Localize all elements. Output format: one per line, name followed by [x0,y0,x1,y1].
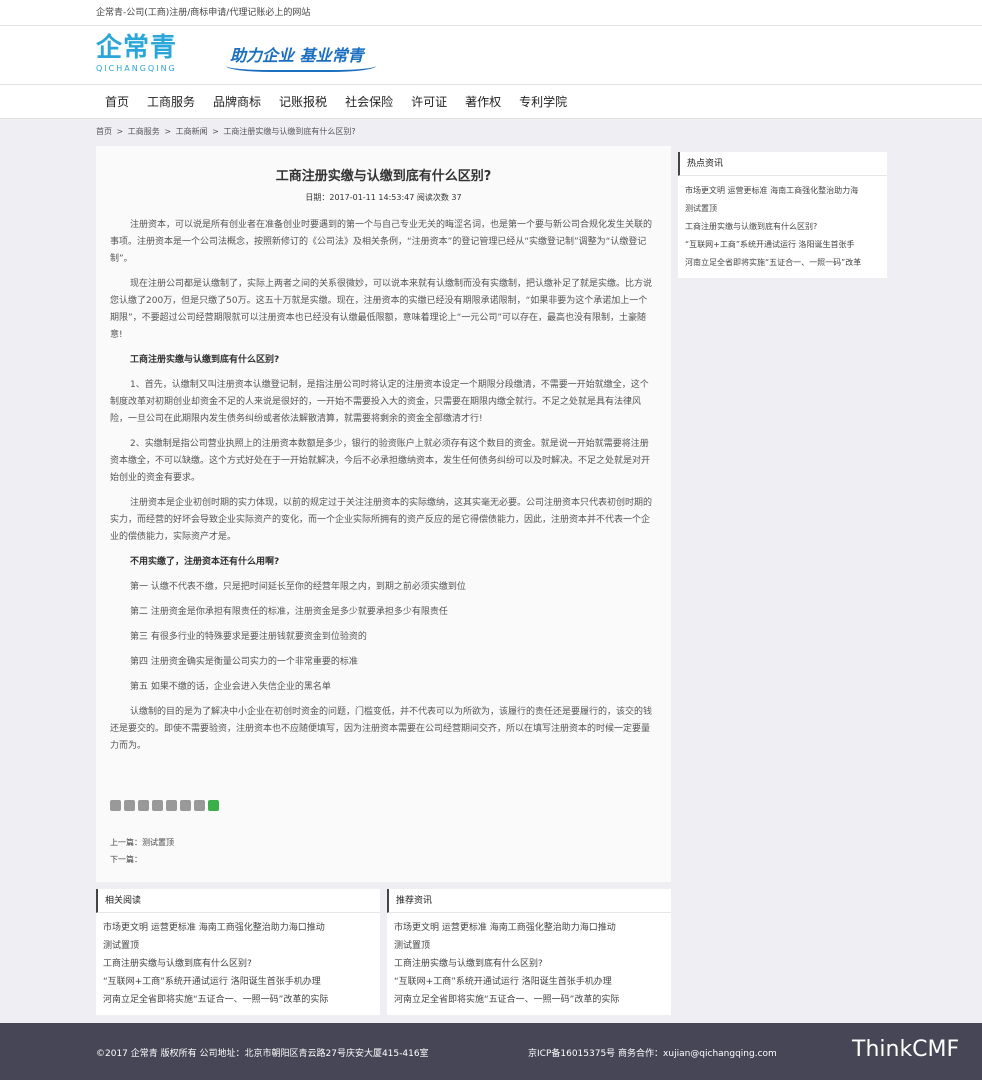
recommend-box: 推荐资讯 市场更文明 运营更标准 海南工商强化整治助力海口推动 测试置顶 工商注册实… [387,889,671,1015]
hot-news-title: 热点资讯 [678,152,887,176]
nav-item-copyright[interactable]: 著作权 [456,85,510,119]
nav-item-trademark[interactable]: 品牌商标 [204,85,270,119]
breadcrumb-sep: > [212,127,219,136]
star-icon[interactable] [124,800,135,811]
nav-item-home[interactable]: 首页 [96,85,138,119]
nav-item-insurance[interactable]: 社会保险 [336,85,402,119]
list-item[interactable]: 工商注册实缴与认缴到底有什么区别? [394,955,671,973]
article-paragraph: 第一 认缴不代表不缴，只是把时间延长至你的经营年限之内，到期之前必须实缴到位 [130,582,466,592]
header: 企常青 QICHANGQING 助力企业 基业常青 [0,26,982,84]
list-item[interactable]: 市场更文明 运营更标准 海南工商强化整治助力海口推动 [103,919,380,937]
related-title: 相关阅读 [96,889,380,913]
article-paragraph: 第四 注册资金确实是衡量公司实力的一个非常重要的标准 [130,657,358,667]
article-subheading: 工商注册实缴与认缴到底有什么区别? [130,355,280,365]
breadcrumb-home[interactable]: 首页 [96,127,112,136]
main-nav: 首页 工商服务 品牌商标 记账报税 社会保险 许可证 著作权 专利学院 [0,84,982,119]
footer-copyright: ©2017 企常青 版权所有 公司地址：北京市朝阳区青云路27号庆安大厦415-… [96,1049,429,1059]
list-item[interactable]: 测试置顶 [394,937,671,955]
slogan-underline [226,66,376,72]
pinterest-icon[interactable] [152,800,163,811]
list-item[interactable]: 测试置顶 [103,937,380,955]
article-paragraph: 注册资本，可以说是所有创业者在准备创业时要遇到的第一个与自己专业无关的晦涩名词，… [110,220,653,264]
article-paragraph: 1、首先，认缴制又叫注册资本认缴登记制，是指注册公司时将认定的注册资本设定一个期… [110,380,649,424]
plus-icon[interactable] [110,800,121,811]
renren-icon[interactable] [166,800,177,811]
site-tagline: 企常青-公司(工商)注册/商标申请/代理记账必上的网站 [96,8,311,18]
qzone-icon[interactable] [194,800,205,811]
list-item[interactable]: “互联网+工商”系统开通试运行 洛阳诞生首张手机办理 [103,973,380,991]
article-paragraph: 2、实缴制是指公司营业执照上的注册资本数额是多少，银行的验资账户上就必须存有这个… [110,439,651,483]
list-item[interactable]: 工商注册实缴与认缴到底有什么区别? [103,955,380,973]
top-bar: 企常青-公司(工商)注册/商标申请/代理记账必上的网站 [0,0,982,26]
logo-cn: 企常青 [96,33,178,63]
breadcrumb-sep: > [164,127,172,136]
related-box: 相关阅读 市场更文明 运营更标准 海南工商强化整治助力海口推动 测试置顶 工商注册实… [96,889,380,1015]
recommend-title: 推荐资讯 [387,889,671,913]
article-paragraph: 第二 注册资金是你承担有限责任的标准，注册资金是多少就要承担多少有限责任 [130,607,448,617]
breadcrumb: 首页 > 工商服务 > 工商新闻 > 工商注册实缴与认缴到底有什么区别? [96,126,358,137]
next-link[interactable]: 下一篇： [110,851,174,868]
article-paragraph: 注册资本是企业初创时期的实力体现，以前的规定过于关注注册资本的实际缴纳，这其实毫… [110,498,653,542]
breadcrumb-business[interactable]: 工商服务 [128,127,160,136]
hot-news-box: 热点资讯 市场更文明 运营更标准 海南工商强化整治助力海 测试置顶 工商注册实缴与认… [678,152,887,278]
article-title: 工商注册实缴与认缴到底有什么区别? [275,169,492,184]
logo-en: QICHANGQING [96,64,177,73]
list-item[interactable]: 河南立足全省即将实施“五证合一、一照一码”改革的实际 [394,991,671,1009]
prev-link[interactable]: 上一篇：测试置顶 [110,834,174,851]
article-meta: 日期：2017-01-11 14:53:47 阅读次数 37 [305,193,462,202]
article-content: 注册资本，可以说是所有创业者在准备创业时要遇到的第一个与自己专业无关的晦涩名词，… [96,203,671,755]
recommend-list: 市场更文明 运营更标准 海南工商强化整治助力海口推动 测试置顶 工商注册实缴与认缴到… [387,913,671,1009]
footer-icp: 京ICP备16015375号 商务合作：xujian@qichangqing.c… [528,1049,777,1059]
list-item[interactable]: 市场更文明 运营更标准 海南工商强化整治助力海口推动 [394,919,671,937]
wechat-icon[interactable] [208,800,219,811]
breadcrumb-sep: > [116,127,124,136]
related-list: 市场更文明 运营更标准 海南工商强化整治助力海口推动 测试置顶 工商注册实缴与认缴到… [96,913,380,1009]
footer-brand[interactable]: ThinkCMF [852,1037,959,1062]
article-paragraph: 现在注册公司都是认缴制了，实际上两者之间的关系很微妙，可以说本来就有认缴制而没有… [110,279,653,340]
breadcrumb-news[interactable]: 工商新闻 [176,127,208,136]
article-paragraph: 认缴制的目的是为了解决中小企业在初创时资金的问题，门槛变低，并不代表可以为所欲为… [110,707,653,751]
list-item[interactable]: 河南立足全省即将实施“五证合一、一照一码”改革 [685,254,887,272]
logo[interactable]: 企常青 QICHANGQING [96,32,184,74]
article-subheading: 不用实缴了，注册资本还有什么用啊? [130,557,280,567]
list-item[interactable]: 河南立足全省即将实施“五证合一、一照一码”改革的实际 [103,991,380,1009]
nav-item-business[interactable]: 工商服务 [138,85,204,119]
article-paragraph: 第三 有很多行业的特殊要求是要注册钱就要资金到位验资的 [130,632,367,642]
list-item[interactable]: 工商注册实缴与认缴到底有什么区别? [685,218,887,236]
prev-next: 上一篇：测试置顶 下一篇： [110,834,174,868]
footer: ©2017 企常青 版权所有 公司地址：北京市朝阳区青云路27号庆安大厦415-… [0,1023,982,1080]
breadcrumb-current: 工商注册实缴与认缴到底有什么区别? [223,127,356,136]
nav-item-accounting[interactable]: 记账报税 [270,85,336,119]
list-item[interactable]: “互联网+工商”系统开通试运行 洛阳诞生首张手机办理 [394,973,671,991]
article-paragraph: 第五 如果不缴的话，企业会进入失信企业的黑名单 [130,682,331,692]
list-item[interactable]: 测试置顶 [685,200,887,218]
douban-icon[interactable] [180,800,191,811]
nav-item-license[interactable]: 许可证 [402,85,456,119]
list-item[interactable]: “互联网+工商”系统开通试运行 洛阳诞生首张手 [685,236,887,254]
share-bar [110,800,219,811]
hot-news-list: 市场更文明 运营更标准 海南工商强化整治助力海 测试置顶 工商注册实缴与认缴到底有什… [678,176,887,272]
slogan: 助力企业 基业常青 [230,46,364,65]
list-item[interactable]: 市场更文明 运营更标准 海南工商强化整治助力海 [685,182,887,200]
weibo-icon[interactable] [138,800,149,811]
nav-item-patent[interactable]: 专利学院 [510,85,576,119]
article: 工商注册实缴与认缴到底有什么区别? 日期：2017-01-11 14:53:47… [96,146,671,882]
